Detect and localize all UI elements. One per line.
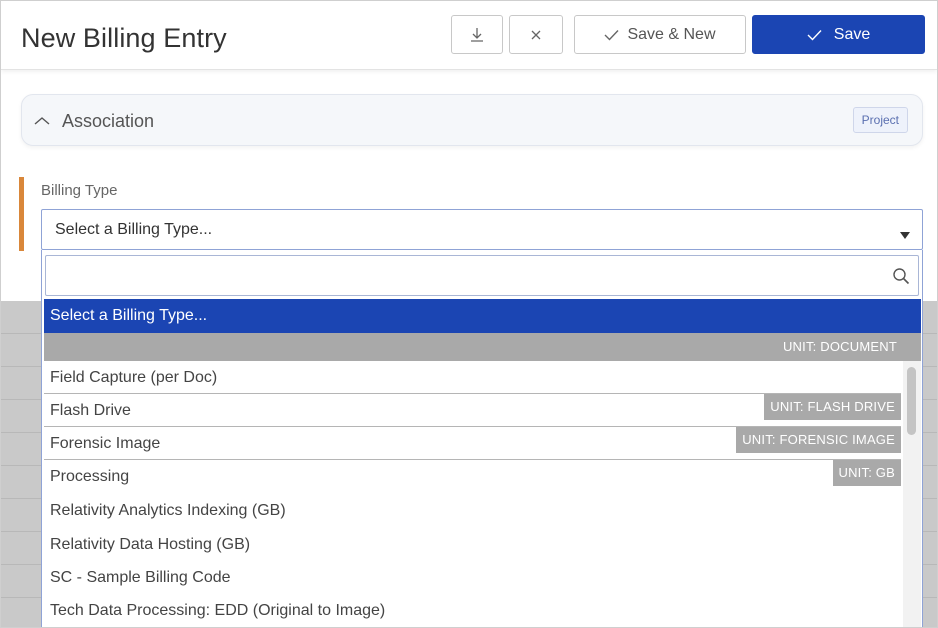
association-label: Association (62, 111, 155, 131)
dropdown-scrollbar[interactable] (903, 361, 921, 627)
check-icon (604, 29, 619, 41)
option-label: Relativity Data Hosting (GB) (50, 536, 251, 553)
billing-type-value: Select a Billing Type... (55, 221, 213, 238)
scrollbar-thumb[interactable] (907, 367, 916, 435)
close-icon (530, 29, 542, 41)
billing-type-dropdown: Select a Billing Type... UNIT: DOCUMENT … (41, 250, 923, 627)
list-item[interactable]: Forensic Image UNIT: FORENSIC IMAGE (44, 427, 901, 460)
option-label: Processing (50, 468, 130, 485)
option-label: Flash Drive (50, 402, 131, 419)
option-label: Tech Data Processing: EDD (Original to I… (50, 602, 386, 619)
list-item[interactable]: Field Capture (per Doc) (44, 361, 901, 394)
billing-type-select[interactable]: Select a Billing Type... (41, 209, 923, 250)
project-tag: Project (852, 107, 908, 133)
search-icon (892, 267, 910, 290)
caret-down-icon (900, 226, 910, 244)
list-item[interactable]: Tech Data Processing: EDD (Original to I… (44, 594, 901, 627)
unit-group-header: UNIT: DOCUMENT (44, 333, 921, 361)
unit-badge: UNIT: FORENSIC IMAGE (736, 427, 901, 453)
modal-header: New Billing Entry Save & New Save (1, 1, 937, 70)
save-label: Save (833, 25, 871, 43)
option-selected[interactable]: Select a Billing Type... (44, 299, 921, 333)
chevron-up-icon (34, 113, 50, 131)
modal-window: New Billing Entry Save & New Save Associ… (0, 0, 938, 628)
option-label: Relativity Analytics Indexing (GB) (50, 502, 286, 519)
list-item[interactable]: Relativity Data Hosting (GB) (44, 528, 901, 561)
save-button[interactable]: Save (752, 15, 925, 54)
close-button[interactable] (509, 15, 563, 54)
option-label: Field Capture (per Doc) (50, 369, 218, 386)
required-marker (19, 177, 24, 251)
align-bottom-icon (470, 27, 484, 43)
option-label: SC - Sample Billing Code (50, 569, 231, 586)
list-item[interactable]: Relativity Analytics Indexing (GB) (44, 494, 901, 527)
unit-group-label: UNIT: DOCUMENT (782, 339, 897, 354)
option-label: Forensic Image (50, 435, 161, 452)
save-and-new-button[interactable]: Save & New (574, 15, 746, 54)
dropdown-search-input[interactable] (45, 255, 919, 296)
option-label: Select a Billing Type... (50, 307, 208, 324)
list-item[interactable]: Processing UNIT: GB (44, 460, 901, 493)
unit-badge: UNIT: FLASH DRIVE (764, 394, 901, 420)
unit-badge: UNIT: GB (832, 460, 901, 486)
list-item[interactable]: SC - Sample Billing Code (44, 561, 901, 594)
association-section[interactable]: Association Project (21, 94, 923, 146)
billing-type-label: Billing Type (41, 182, 118, 199)
page-title: New Billing Entry (21, 23, 227, 53)
check-icon (807, 29, 822, 41)
collapse-button[interactable] (451, 15, 503, 54)
save-and-new-label: Save & New (627, 25, 716, 43)
list-item[interactable]: Flash Drive UNIT: FLASH DRIVE (44, 394, 901, 427)
